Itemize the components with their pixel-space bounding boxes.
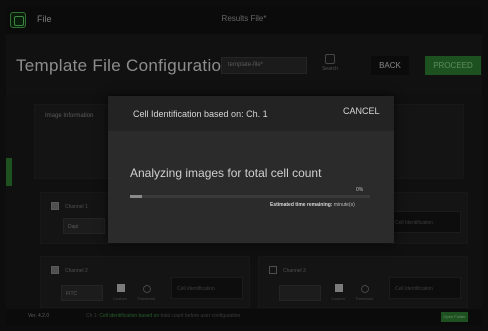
estimated-time: Estimated time remaining: minute(s) <box>270 202 355 208</box>
dialog-title: Cell Identification based on: Ch. 1 <box>133 109 268 119</box>
progress-bar <box>130 195 370 198</box>
eta-value: minute(s) <box>333 202 355 208</box>
analyzing-message: Analyzing images for total cell count <box>130 166 322 180</box>
progress-dialog: Cell Identification based on: Ch. 1 CANC… <box>108 96 394 243</box>
progress-percent: 0% <box>356 187 364 193</box>
progress-fill <box>130 195 142 198</box>
cancel-button[interactable]: CANCEL <box>343 106 380 116</box>
dialog-header: Cell Identification based on: Ch. 1 CANC… <box>108 96 394 131</box>
eta-label: Estimated time remaining: <box>270 202 333 208</box>
